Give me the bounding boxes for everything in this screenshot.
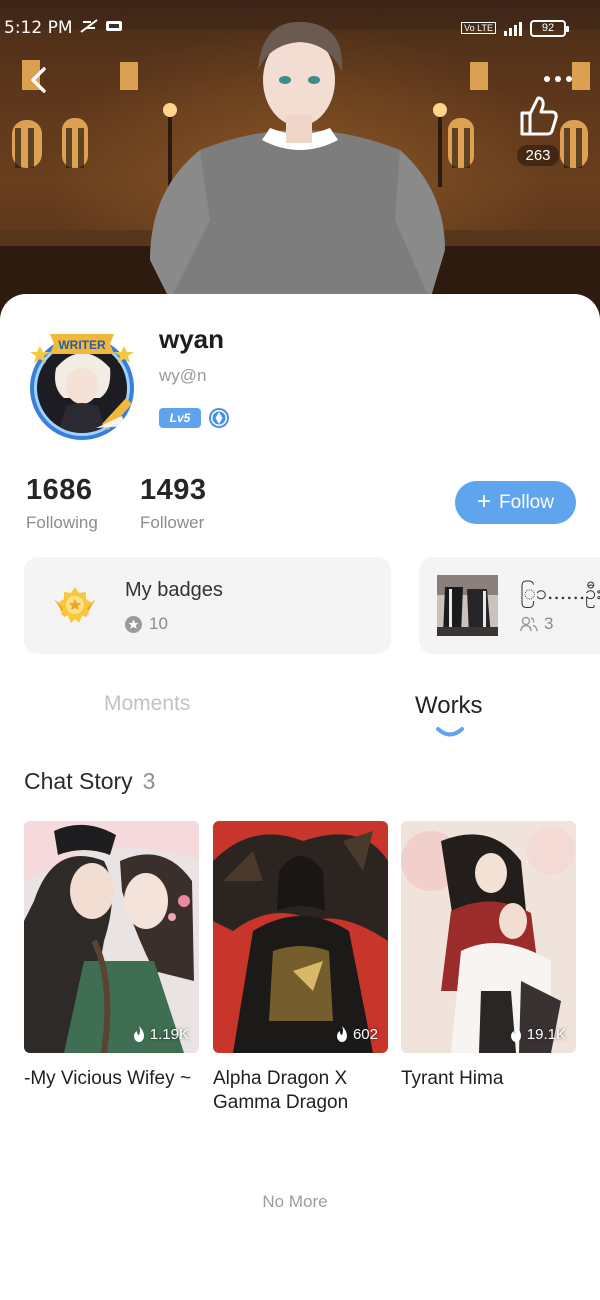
fire-icon <box>133 1026 144 1042</box>
star-icon <box>125 615 142 633</box>
avatar-writer-label: WRITER <box>58 338 106 352</box>
badges-count-row: 10 <box>125 614 168 634</box>
section-count: 3 <box>142 768 156 794</box>
like-button[interactable]: 263 <box>510 94 566 166</box>
story-cover: 19.1K <box>401 821 576 1053</box>
no-more-label: No More <box>262 1192 328 1211</box>
my-badges-card[interactable]: My badges 10 <box>24 557 391 654</box>
follower-label: Follower <box>140 513 205 532</box>
tab-moments[interactable]: Moments <box>104 692 190 716</box>
more-options-button[interactable] <box>538 62 578 96</box>
more-dot-icon <box>555 76 561 82</box>
medal-icon <box>54 587 96 623</box>
badges-count: 10 <box>149 614 168 633</box>
status-app-icon <box>105 18 123 38</box>
story-cover-image <box>24 821 199 1053</box>
follower-count: 1493 <box>140 474 207 506</box>
story-title: -My Vicious Wifey ~ <box>24 1068 191 1089</box>
like-count: 263 <box>517 145 559 166</box>
volte-tag: Vo LTE <box>461 22 496 34</box>
follower-stat[interactable]: 1493 Follower <box>140 474 207 533</box>
status-left: 5:12 PM <box>4 18 123 39</box>
story-title: Tyrant Hima <box>401 1068 504 1089</box>
fire-icon <box>510 1026 521 1042</box>
group-members-row: 3 <box>520 614 553 634</box>
profile-handle: wy@n <box>159 366 207 385</box>
follow-button[interactable]: + Follow <box>455 481 576 524</box>
story-cover-image <box>401 821 576 1053</box>
story-card[interactable]: 1.19K -My Vicious Wifey ~ <box>24 821 199 1091</box>
more-dot-icon <box>544 76 550 82</box>
story-heat: 19.1K <box>509 1026 566 1043</box>
signal-icon <box>504 20 522 36</box>
thumbs-up-icon <box>520 96 558 136</box>
profile-username: wyan <box>159 324 225 354</box>
plus-icon: + <box>477 487 492 515</box>
group-thumbnail <box>437 575 498 636</box>
story-heat-count: 19.1K <box>526 1026 566 1043</box>
following-count: 1686 <box>26 474 93 506</box>
story-heat: 602 <box>335 1026 378 1043</box>
story-heat-count: 602 <box>352 1026 378 1043</box>
story-card[interactable]: 602 Alpha Dragon X Gamma Dragon <box>213 821 388 1115</box>
more-dot-icon <box>566 76 572 82</box>
tab-works[interactable]: Works <box>415 692 483 720</box>
status-time: 5:12 PM <box>4 18 73 38</box>
story-card[interactable]: 19.1K Tyrant Hima <box>401 821 576 1091</box>
story-cover-image <box>213 821 388 1053</box>
badges-title: My badges <box>125 579 223 601</box>
members-icon <box>520 616 538 632</box>
status-right: Vo LTE 92 <box>461 19 569 37</box>
avatar[interactable]: WRITER <box>26 328 138 440</box>
group-card[interactable]: ြ၁......ဦး 3 <box>419 557 600 654</box>
story-heat: 1.19K <box>132 1026 189 1043</box>
chat-story-heading: Chat Story 3 <box>24 768 155 795</box>
story-heat-count: 1.19K <box>149 1026 189 1043</box>
diamond-badge-icon[interactable] <box>208 407 230 429</box>
avatar-image: WRITER <box>30 334 134 440</box>
profile-hero-banner: 5:12 PM Vo LTE 92 263 <box>0 0 600 330</box>
follow-button-label: Follow <box>499 491 554 513</box>
status-bar: 5:12 PM Vo LTE 92 <box>0 0 600 56</box>
fire-icon <box>336 1026 347 1042</box>
story-cover: 602 <box>213 821 388 1053</box>
group-name: ြ၁......ဦး <box>520 580 600 604</box>
section-title: Chat Story <box>24 768 133 794</box>
profile-card: WRITER wyan wy@n Lv5 1686 Following 1493… <box>0 294 600 1300</box>
active-tab-indicator <box>436 727 464 737</box>
level-badge[interactable]: Lv5 <box>159 408 201 428</box>
chevron-left-icon <box>31 67 46 93</box>
following-stat[interactable]: 1686 Following <box>26 474 98 533</box>
story-cover: 1.19K <box>24 821 199 1053</box>
following-label: Following <box>26 513 98 532</box>
battery-icon: 92 <box>530 19 569 37</box>
back-button[interactable] <box>18 60 58 100</box>
status-notification-icon <box>79 18 99 39</box>
group-members-count: 3 <box>544 614 554 633</box>
story-title: Alpha Dragon X Gamma Dragon <box>213 1068 349 1113</box>
